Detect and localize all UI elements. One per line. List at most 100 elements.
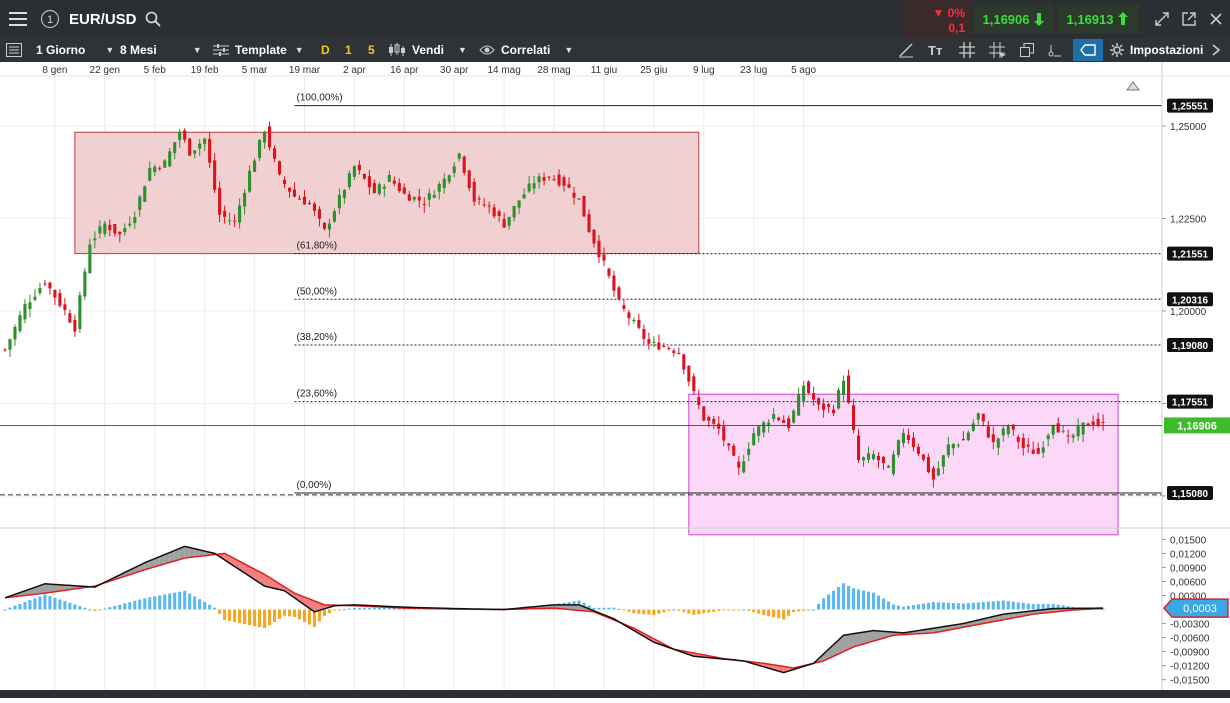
list-button[interactable]: [6, 38, 22, 62]
candle-up: [902, 433, 905, 443]
search-button[interactable]: [143, 0, 163, 38]
chart-area[interactable]: (100,00%)(61,80%)(50,00%)(38,20%)(23,60%…: [0, 62, 1230, 698]
price-chart-svg[interactable]: (100,00%)(61,80%)(50,00%)(38,20%)(23,60%…: [0, 62, 1230, 698]
top-bar: 1 EUR/USD ▼ 0% 0,1 1,16906 1,16913: [0, 0, 1230, 38]
macd-histogram-bar: [233, 610, 236, 623]
macd-histogram-bar: [657, 610, 660, 614]
x-tick-label: 28 mag: [537, 65, 570, 76]
candle-up: [972, 423, 975, 430]
candle-down: [907, 435, 910, 440]
sell-price-box[interactable]: 1,16906: [974, 4, 1054, 34]
label-tool-button[interactable]: [1073, 39, 1103, 61]
candle-down: [188, 139, 191, 156]
candle-up: [752, 433, 755, 445]
period-5-button[interactable]: 5: [368, 38, 375, 62]
candle-down: [692, 376, 695, 391]
macd-histogram-bar: [158, 595, 161, 609]
candle-down: [787, 418, 790, 428]
draw-line-button[interactable]: [898, 38, 914, 62]
macd-histogram-bar: [677, 610, 680, 611]
candle-down: [293, 190, 296, 197]
macd-histogram-bar: [108, 607, 111, 609]
y-tick-label: 1,25000: [1170, 122, 1207, 133]
bottom-scrollbar: [0, 690, 1230, 698]
grid-button[interactable]: [959, 38, 975, 62]
candle-up: [508, 217, 511, 226]
candle-up: [38, 288, 41, 293]
sell-dropdown[interactable]: Vendi▼: [388, 38, 467, 62]
crosshair-button[interactable]: [989, 38, 1007, 62]
info-button[interactable]: 1: [38, 0, 62, 38]
macd-histogram-bar: [932, 602, 935, 609]
macd-histogram-bar: [198, 599, 201, 609]
macd-histogram-bar: [772, 610, 775, 618]
candle-down: [1102, 422, 1105, 423]
macd-histogram-bar: [942, 603, 945, 610]
layers-button[interactable]: [1020, 38, 1034, 62]
text-tool-button[interactable]: Tт: [928, 38, 942, 62]
candle-down: [622, 305, 625, 309]
candle-down: [682, 354, 685, 369]
candle-up: [258, 140, 261, 158]
expand-button[interactable]: [1150, 0, 1174, 38]
settings-button[interactable]: Impostazioni: [1110, 38, 1203, 62]
macd-histogram-bar: [73, 604, 76, 609]
candle-down: [597, 241, 600, 257]
macd-histogram-bar: [258, 610, 261, 628]
macd-histogram-bar: [1037, 604, 1040, 609]
toolbar-more-button[interactable]: [1212, 38, 1220, 62]
candle-up: [193, 150, 196, 153]
candle-down: [727, 444, 730, 446]
buy-price: 1,16913: [1067, 12, 1114, 27]
candle-down: [737, 462, 740, 468]
candle-down: [393, 181, 396, 184]
candle-down: [473, 182, 476, 202]
close-button[interactable]: [1204, 0, 1228, 38]
macd-histogram-bar: [8, 608, 11, 610]
candle-up: [333, 211, 336, 221]
macd-histogram-bar: [368, 608, 371, 609]
expand-icon: [1155, 12, 1169, 26]
candle-up: [248, 171, 251, 192]
menu-button[interactable]: [0, 0, 36, 38]
candle-down: [273, 148, 276, 158]
macd-histogram-bar: [3, 610, 6, 611]
candle-up: [433, 195, 436, 198]
sliders-icon: [213, 44, 229, 56]
popout-button[interactable]: [1177, 0, 1201, 38]
candle-up: [1007, 426, 1010, 434]
macd-histogram-bar: [667, 610, 670, 611]
macd-histogram-bar: [597, 608, 600, 610]
macd-histogram-bar: [817, 604, 820, 610]
macd-histogram-bar: [832, 591, 835, 610]
candle-down: [577, 198, 580, 199]
macd-histogram-bar: [982, 602, 985, 609]
period-d-button[interactable]: D: [321, 38, 330, 62]
buy-price-box[interactable]: 1,16913: [1057, 4, 1139, 34]
macd-histogram-bar: [103, 608, 106, 609]
template-dropdown[interactable]: Template▼: [213, 38, 304, 62]
candle-down: [1017, 437, 1020, 442]
candle-up: [163, 160, 166, 167]
candle-down: [218, 188, 221, 215]
macd-histogram-bar: [902, 607, 905, 610]
candle-up: [937, 468, 940, 475]
correlati-label: Correlati: [501, 43, 550, 57]
candle-up: [977, 413, 980, 419]
candle-up: [528, 183, 531, 191]
candle-up: [1042, 447, 1045, 452]
symbol-label[interactable]: EUR/USD: [69, 0, 137, 38]
correlati-dropdown[interactable]: Correlati▼: [479, 38, 573, 62]
candle-up: [198, 144, 201, 149]
candle-down: [627, 312, 630, 318]
candle-down: [283, 180, 286, 184]
period-dropdown[interactable]: 8 Mesi▼: [120, 38, 202, 62]
period-1-button[interactable]: 1: [345, 38, 352, 62]
macd-histogram-bar: [647, 610, 650, 615]
svg-text:1: 1: [47, 14, 53, 26]
candle-up: [93, 238, 96, 240]
candle-up: [88, 245, 91, 273]
interval-dropdown[interactable]: 1 Giorno▼: [36, 38, 114, 62]
macd-histogram-bar: [912, 605, 915, 609]
line-tool-button[interactable]: [1046, 38, 1062, 62]
